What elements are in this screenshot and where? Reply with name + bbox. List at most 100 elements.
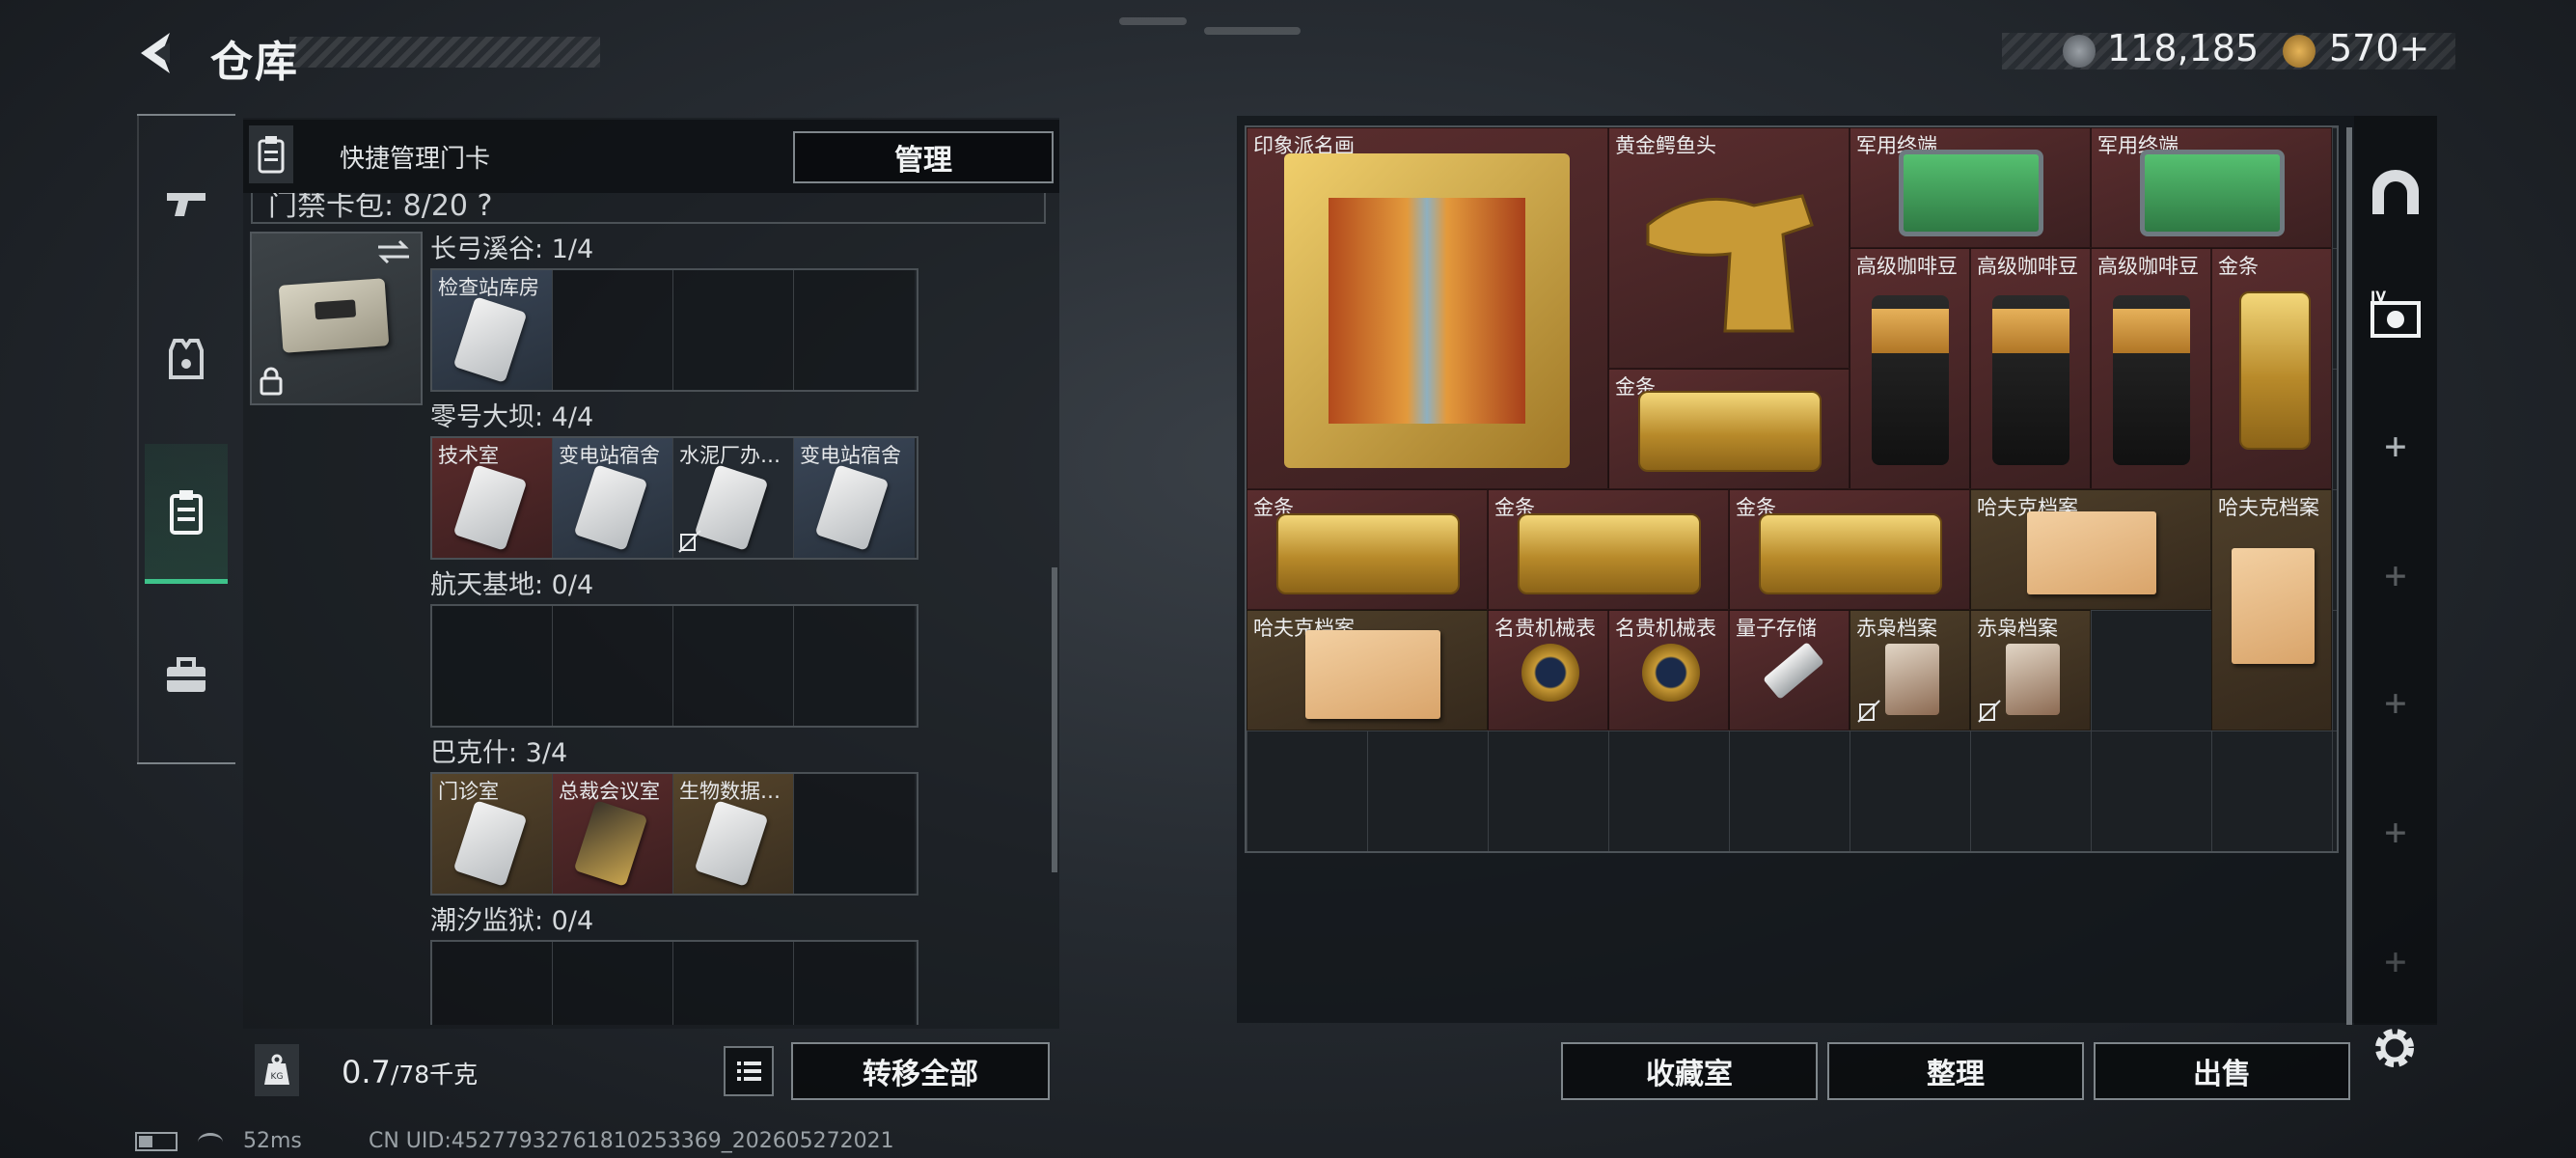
- stash-item-red-owl-file[interactable]: 赤枭档案: [1850, 610, 1970, 731]
- add-tab-icon[interactable]: +: [2362, 668, 2429, 737]
- stash-item-military-terminal[interactable]: 军用终端: [2091, 127, 2332, 248]
- stash-item-gold-bar[interactable]: 金条: [1247, 489, 1488, 610]
- weight-max: /78千克: [390, 1061, 479, 1089]
- keycard-slot-empty[interactable]: [432, 606, 553, 726]
- keycard-slot[interactable]: 生物数据…: [673, 774, 794, 894]
- keycard-slot-empty[interactable]: [794, 942, 915, 1025]
- rail-supplies[interactable]: [145, 608, 228, 743]
- sell-button[interactable]: 出售: [2094, 1042, 2350, 1100]
- zone-label: 巴克什: 3/4: [430, 738, 568, 768]
- keycard-slot-empty[interactable]: [553, 606, 673, 726]
- stash-tab-home[interactable]: [2362, 158, 2429, 228]
- keycard-slot[interactable]: 变电站宿舍: [553, 438, 673, 558]
- keycard-slot-empty[interactable]: [794, 774, 915, 894]
- keycard-scrollbar[interactable]: [1052, 567, 1057, 872]
- carry-weight: 0.7/78千克: [342, 1054, 478, 1090]
- add-tab-icon[interactable]: +: [2362, 926, 2429, 996]
- stash-item-coffee-beans[interactable]: 高级咖啡豆: [1850, 248, 1970, 489]
- keycard-pack-label: 门禁卡包: 8/20 ?: [268, 193, 493, 223]
- keycard-slot-empty[interactable]: [794, 270, 915, 390]
- stash-scrollbar[interactable]: [2346, 127, 2352, 1025]
- keycard-art: [814, 464, 890, 551]
- stash-item-quantum-storage[interactable]: 量子存储: [1729, 610, 1850, 731]
- keycard-slot-empty[interactable]: [432, 942, 553, 1025]
- stash-item-coffee-beans[interactable]: 高级咖啡豆: [2091, 248, 2211, 489]
- usb-drive-art: [1763, 641, 1824, 701]
- keycard-slot[interactable]: 水泥厂办…: [673, 438, 794, 558]
- stash-item-red-owl-file[interactable]: 赤枭档案: [1970, 610, 2091, 731]
- add-tab-icon[interactable]: +: [2362, 540, 2429, 610]
- keycard-slot-empty[interactable]: [673, 942, 794, 1025]
- stash-item-painting[interactable]: 印象派名画: [1247, 127, 1608, 489]
- stash-item-gold-bar[interactable]: 金条: [2211, 248, 2332, 489]
- page-title: 仓库: [210, 38, 299, 87]
- gold-bar-art: [1638, 391, 1822, 472]
- gold-bar-art: [1518, 513, 1701, 594]
- keycard-slot[interactable]: 检查站库房: [432, 270, 553, 390]
- gear-icon[interactable]: [2368, 1021, 2422, 1075]
- rail-keycards[interactable]: [145, 444, 228, 584]
- sort-button[interactable]: 整理: [1827, 1042, 2084, 1100]
- stash-item-coffee-beans[interactable]: 高级咖啡豆: [1970, 248, 2091, 489]
- stash-item-military-terminal[interactable]: 军用终端: [1850, 127, 2091, 248]
- rail-armor[interactable]: [145, 291, 228, 427]
- toolbox-icon: [167, 657, 206, 692]
- tier-iv-tab-icon: IV: [2370, 290, 2421, 338]
- unavailable-icon: [1857, 700, 1880, 723]
- stash-item-gold-bar[interactable]: 金条: [1608, 369, 1850, 489]
- currency-2-value[interactable]: 570+: [2329, 27, 2429, 69]
- keycard-slot-empty[interactable]: [673, 606, 794, 726]
- gold-bar-art: [1759, 513, 1942, 594]
- keycard-slot[interactable]: 技术室: [432, 438, 553, 558]
- zone-grid: [430, 604, 918, 728]
- keycard-name: 检查站库房: [438, 276, 539, 299]
- stash-item-gold-bar[interactable]: 金条: [1729, 489, 1970, 610]
- painting-art: [1284, 153, 1570, 468]
- unavailable-icon: [1978, 700, 2001, 723]
- stash-item-haavk-file[interactable]: 哈夫克档案: [1970, 489, 2211, 610]
- stash-item-luxury-watch[interactable]: 名贵机械表: [1608, 610, 1729, 731]
- keycard-slot[interactable]: 变电站宿舍: [794, 438, 915, 558]
- keycard-art: [452, 296, 528, 383]
- stash-item-luxury-watch[interactable]: 名贵机械表: [1488, 610, 1608, 731]
- transfer-all-button[interactable]: 转移全部: [791, 1042, 1050, 1100]
- list-view-button[interactable]: [724, 1046, 774, 1096]
- manage-button[interactable]: 管理: [793, 131, 1054, 183]
- military-terminal-art: [1899, 150, 2043, 236]
- item-name: 高级咖啡豆: [1856, 255, 1958, 278]
- svg-text:IV: IV: [2370, 290, 2386, 305]
- gold-bar-art: [2239, 291, 2311, 450]
- swap-icon[interactable]: [374, 237, 413, 266]
- stash-grid: 印象派名画 黄金鳄鱼头 金条 军用终端 军用终端 高级咖啡豆 高级咖啡豆 高级咖…: [1245, 125, 2339, 853]
- stash-tab-iv[interactable]: IV: [2362, 282, 2429, 351]
- rail-weapons[interactable]: [145, 135, 228, 270]
- coffee-beans-art: [1992, 295, 2069, 465]
- keycard-slot-empty[interactable]: [553, 942, 673, 1025]
- stash-item-haavk-file[interactable]: 哈夫克档案: [1247, 610, 1488, 731]
- item-name: 量子存储: [1736, 617, 1817, 640]
- zone-label: 长弓溪谷: 1/4: [430, 234, 594, 264]
- keycard-slot-empty[interactable]: [673, 270, 794, 390]
- add-tab-icon[interactable]: +: [2362, 797, 2429, 867]
- zone-label: 潮汐监狱: 0/4: [430, 906, 594, 936]
- keycard-slot[interactable]: 总裁会议室: [553, 774, 673, 894]
- gold-bar-art: [1276, 513, 1460, 594]
- back-arrow-icon[interactable]: [133, 29, 181, 77]
- keycard-slot-empty[interactable]: [553, 270, 673, 390]
- rail-divider: [137, 114, 235, 116]
- zone-label: 航天基地: 0/4: [430, 570, 594, 600]
- stash-item-haavk-file[interactable]: 哈夫克档案: [2211, 489, 2332, 731]
- coffee-beans-art: [2113, 295, 2190, 465]
- weight-value: 0.7: [342, 1054, 391, 1090]
- collection-room-button[interactable]: 收藏室: [1561, 1042, 1818, 1100]
- keycard-slot[interactable]: 门诊室: [432, 774, 553, 894]
- user-uid: CN UID:4527793276181025336​9_20260527202…: [369, 1129, 894, 1153]
- keycard-slot-empty[interactable]: [794, 606, 915, 726]
- stash-item-gold-bar[interactable]: 金条: [1488, 489, 1729, 610]
- keycard-icon: [170, 490, 203, 535]
- wifi-icon: [198, 1132, 223, 1151]
- stash-item-crocodile-head[interactable]: 黄金鳄鱼头: [1608, 127, 1850, 369]
- item-name: 哈夫克档案: [2218, 496, 2319, 519]
- weight-icon: KG: [255, 1044, 299, 1096]
- add-tab-icon[interactable]: +: [2362, 411, 2429, 481]
